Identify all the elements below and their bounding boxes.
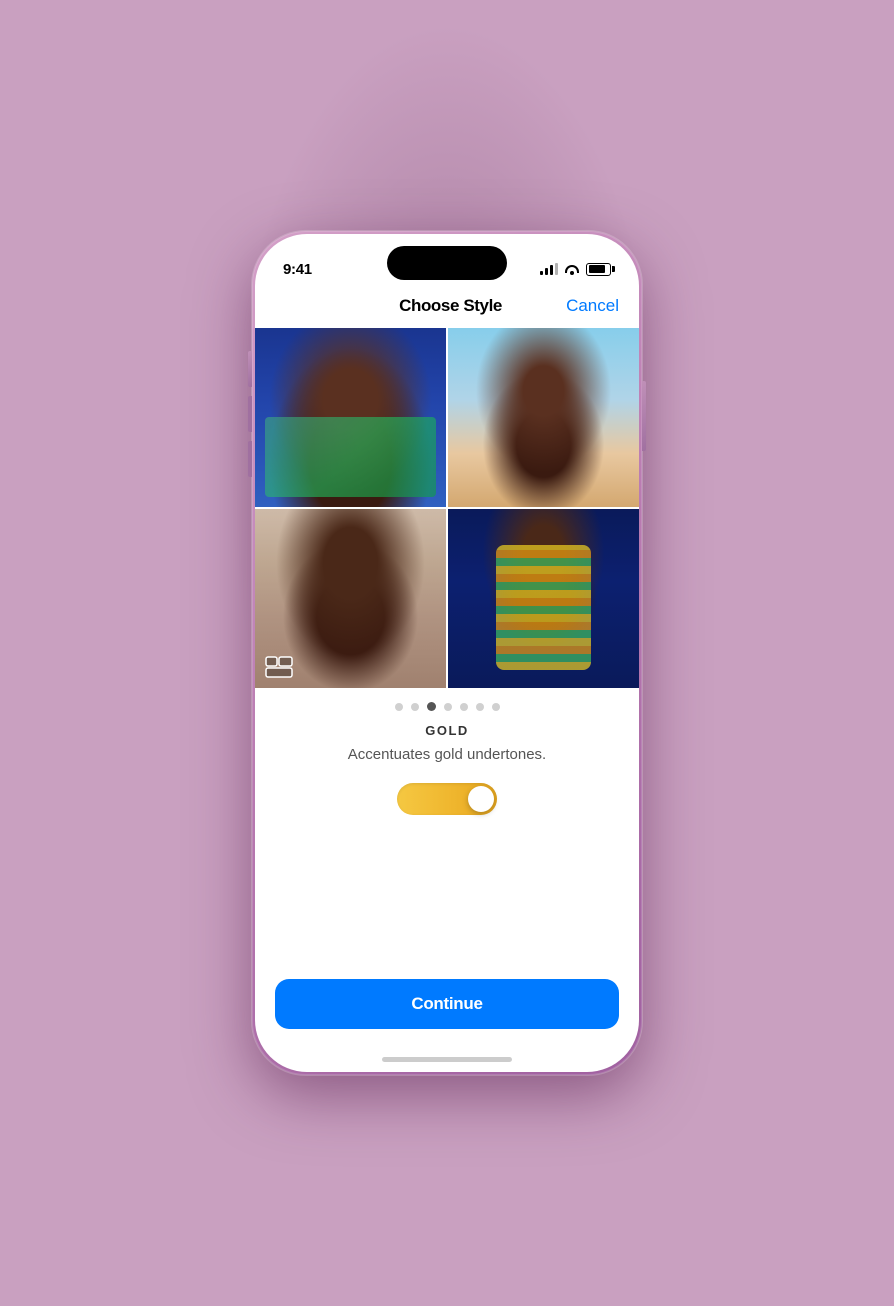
navigation-bar: Choose Style Cancel: [255, 288, 639, 328]
style-description: Accentuates gold undertones.: [255, 744, 639, 779]
phone-screen: 9:41 Choose Style Cancel: [255, 234, 639, 1072]
nav-title: Choose Style: [399, 296, 502, 316]
home-indicator: [255, 1049, 639, 1072]
photo-grid[interactable]: [255, 328, 639, 688]
photo-grid-inner: [255, 328, 639, 688]
photo-cell-3[interactable]: [255, 509, 446, 688]
toggle-container[interactable]: [255, 779, 639, 835]
status-time: 9:41: [283, 261, 312, 278]
grid-overlay-icon: [265, 656, 293, 678]
battery-icon: [586, 263, 611, 276]
style-label: GOLD: [255, 719, 639, 744]
dot-3-active[interactable]: [427, 702, 436, 711]
continue-button[interactable]: Continue: [275, 979, 619, 1029]
photo-cell-1[interactable]: [255, 328, 446, 507]
dot-7[interactable]: [492, 703, 500, 711]
toggle-thumb: [468, 786, 494, 812]
home-bar: [382, 1057, 512, 1062]
wifi-icon: [564, 263, 580, 275]
signal-icon: [540, 263, 558, 275]
dynamic-island: [387, 246, 507, 280]
dot-6[interactable]: [476, 703, 484, 711]
photo-cell-4[interactable]: [448, 509, 639, 688]
style-toggle[interactable]: [397, 783, 497, 815]
battery-fill: [589, 265, 605, 273]
flex-spacer: [255, 835, 639, 979]
phone-frame: 9:41 Choose Style Cancel: [252, 231, 642, 1075]
dot-5[interactable]: [460, 703, 468, 711]
cancel-button[interactable]: Cancel: [566, 296, 619, 316]
dot-1[interactable]: [395, 703, 403, 711]
dot-4[interactable]: [444, 703, 452, 711]
pagination-dots: [255, 688, 639, 719]
dot-2[interactable]: [411, 703, 419, 711]
photo-cell-2[interactable]: [448, 328, 639, 507]
status-icons: [540, 263, 611, 276]
